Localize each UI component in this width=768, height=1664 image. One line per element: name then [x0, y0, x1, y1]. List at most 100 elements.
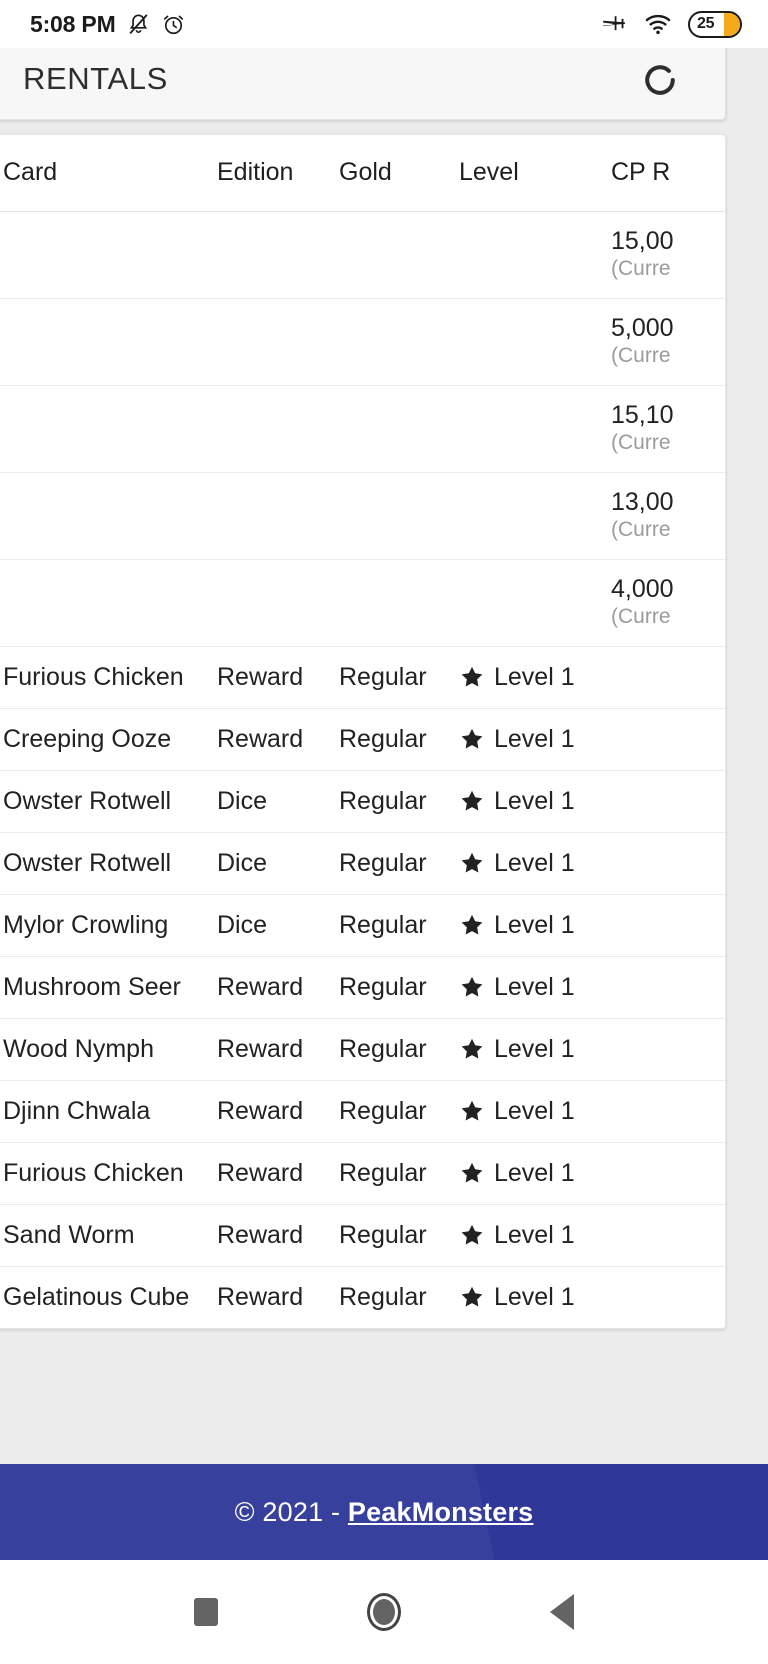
wifi-icon: [645, 14, 671, 35]
row-level-cell: Level 1: [459, 956, 611, 1018]
table-row[interactable]: Creeping Ooze Reward Regular Level 1: [0, 708, 725, 770]
cp-value: 15,00: [611, 227, 674, 256]
star-icon: [461, 1287, 483, 1307]
row-level-cell: Level 1: [459, 832, 611, 894]
table-row[interactable]: Mylor Crowling Dice Regular Level 1: [0, 894, 725, 956]
column-header-cp-rate[interactable]: CP R: [611, 135, 725, 212]
peakmonsters-link[interactable]: PeakMonsters: [348, 1497, 533, 1527]
home-button[interactable]: [366, 1593, 401, 1631]
star-icon: [461, 666, 483, 687]
back-button[interactable]: [549, 1594, 574, 1630]
table-row[interactable]: 15,10 (Curre: [0, 385, 725, 472]
row-card-cell: Mushroom Seer: [3, 972, 181, 1001]
row-card-cell: Creeping Ooze: [3, 724, 172, 753]
star-icon: [461, 1100, 483, 1121]
refresh-icon[interactable]: [639, 59, 681, 101]
row-level-cell: Level 1: [459, 708, 611, 770]
table-row[interactable]: 5,000 (Curre: [0, 298, 725, 385]
webview-content[interactable]: RENTALS Card Edition Gold Level CP R 15,…: [0, 48, 768, 1560]
table-row[interactable]: 15,00 (Curre: [0, 211, 725, 298]
level-label: Level 1: [494, 786, 575, 815]
star-icon: [461, 976, 483, 997]
row-card-cell: Furious Chicken: [3, 662, 184, 691]
row-card-cell: [3, 385, 217, 472]
row-edition-cell: Dice: [217, 848, 268, 877]
row-level-cell: [459, 385, 611, 472]
row-level-cell: Level 1: [459, 1204, 611, 1266]
column-header-gold[interactable]: Gold: [339, 135, 459, 212]
table-header-row: Card Edition Gold Level CP R: [0, 135, 725, 212]
row-card-cell: Furious Chicken: [3, 1158, 184, 1187]
row-level-cell: [459, 559, 611, 646]
table-row[interactable]: Owster Rotwell Dice Regular Level 1: [0, 770, 725, 832]
row-cp-cell: [611, 894, 725, 956]
row-gold-cell: Regular: [339, 662, 427, 691]
column-header-card[interactable]: Card: [3, 135, 217, 212]
site-footer: © 2021 - PeakMonsters: [0, 1464, 768, 1560]
rentals-table-card[interactable]: Card Edition Gold Level CP R 15,00 (Curr…: [0, 134, 726, 1329]
star-icon: [461, 852, 483, 873]
cp-note: (Curre: [611, 517, 671, 541]
row-gold-cell: Regular: [339, 1034, 427, 1063]
cp-note: (Curre: [611, 256, 671, 280]
row-edition-cell: [217, 211, 339, 298]
row-cp-cell: [611, 1018, 725, 1080]
level-label: Level 1: [494, 848, 575, 877]
row-card-cell: Wood Nymph: [3, 1034, 154, 1063]
row-level-cell: [459, 298, 611, 385]
row-cp-cell: [611, 956, 725, 1018]
row-cp-cell: 15,10 (Curre: [611, 385, 725, 472]
row-card-cell: Mylor Crowling: [3, 910, 169, 939]
rentals-table: Card Edition Gold Level CP R 15,00 (Curr…: [0, 135, 725, 1328]
star-icon: [461, 1162, 483, 1183]
row-edition-cell: Reward: [217, 972, 304, 1001]
table-row[interactable]: Mushroom Seer Reward Regular Level 1: [0, 956, 725, 1018]
table-row[interactable]: Furious Chicken Reward Regular Level 1: [0, 1142, 725, 1204]
row-cp-cell: [611, 1080, 725, 1142]
table-row[interactable]: 13,00 (Curre: [0, 472, 725, 559]
alarm-icon: [163, 15, 183, 34]
row-gold-cell: [339, 211, 459, 298]
table-body: 15,00 (Curre 5,000 (Curre 15,10 (Curre 1…: [0, 211, 725, 1328]
row-level-cell: Level 1: [459, 894, 611, 956]
cp-value: 5,000: [611, 314, 674, 343]
row-gold-cell: Regular: [339, 972, 427, 1001]
table-row[interactable]: Owster Rotwell Dice Regular Level 1: [0, 832, 725, 894]
status-bar-right: 25: [600, 10, 742, 38]
notifications-silenced-icon: [129, 13, 148, 34]
table-row[interactable]: 4,000 (Curre: [0, 559, 725, 646]
row-level-cell: Level 1: [459, 770, 611, 832]
table-row[interactable]: Wood Nymph Reward Regular Level 1: [0, 1018, 725, 1080]
level-label: Level 1: [494, 1220, 575, 1249]
battery-indicator: 25: [688, 10, 742, 38]
star-icon: [461, 1038, 483, 1059]
star-icon: [461, 790, 483, 811]
column-header-level[interactable]: Level: [459, 135, 611, 212]
row-cp-cell: [611, 1142, 725, 1204]
level-label: Level 1: [494, 1096, 575, 1125]
row-card-cell: Sand Worm: [3, 1220, 135, 1249]
row-edition-cell: Reward: [217, 1220, 304, 1249]
row-edition-cell: [217, 472, 339, 559]
row-gold-cell: [339, 559, 459, 646]
row-card-cell: [3, 472, 217, 559]
row-cp-cell: [611, 1204, 725, 1266]
recents-button[interactable]: [194, 1598, 219, 1626]
row-cp-cell: 5,000 (Curre: [611, 298, 725, 385]
cp-note: (Curre: [611, 604, 671, 628]
level-label: Level 1: [494, 1034, 575, 1063]
row-edition-cell: Reward: [217, 1096, 304, 1125]
row-edition-cell: Reward: [217, 724, 304, 753]
row-cp-cell: 4,000 (Curre: [611, 559, 725, 646]
recents-square-icon: [194, 1598, 219, 1626]
row-gold-cell: Regular: [339, 910, 427, 939]
table-row[interactable]: Gelatinous Cube Reward Regular Level 1: [0, 1266, 725, 1328]
column-header-edition[interactable]: Edition: [217, 135, 339, 212]
table-row[interactable]: Sand Worm Reward Regular Level 1: [0, 1204, 725, 1266]
table-row[interactable]: Furious Chicken Reward Regular Level 1: [0, 646, 725, 708]
row-edition-cell: Reward: [217, 1158, 304, 1187]
table-row[interactable]: Djinn Chwala Reward Regular Level 1: [0, 1080, 725, 1142]
cp-value: 4,000: [611, 575, 674, 604]
row-edition-cell: [217, 559, 339, 646]
battery-level-label: 25: [697, 15, 715, 32]
